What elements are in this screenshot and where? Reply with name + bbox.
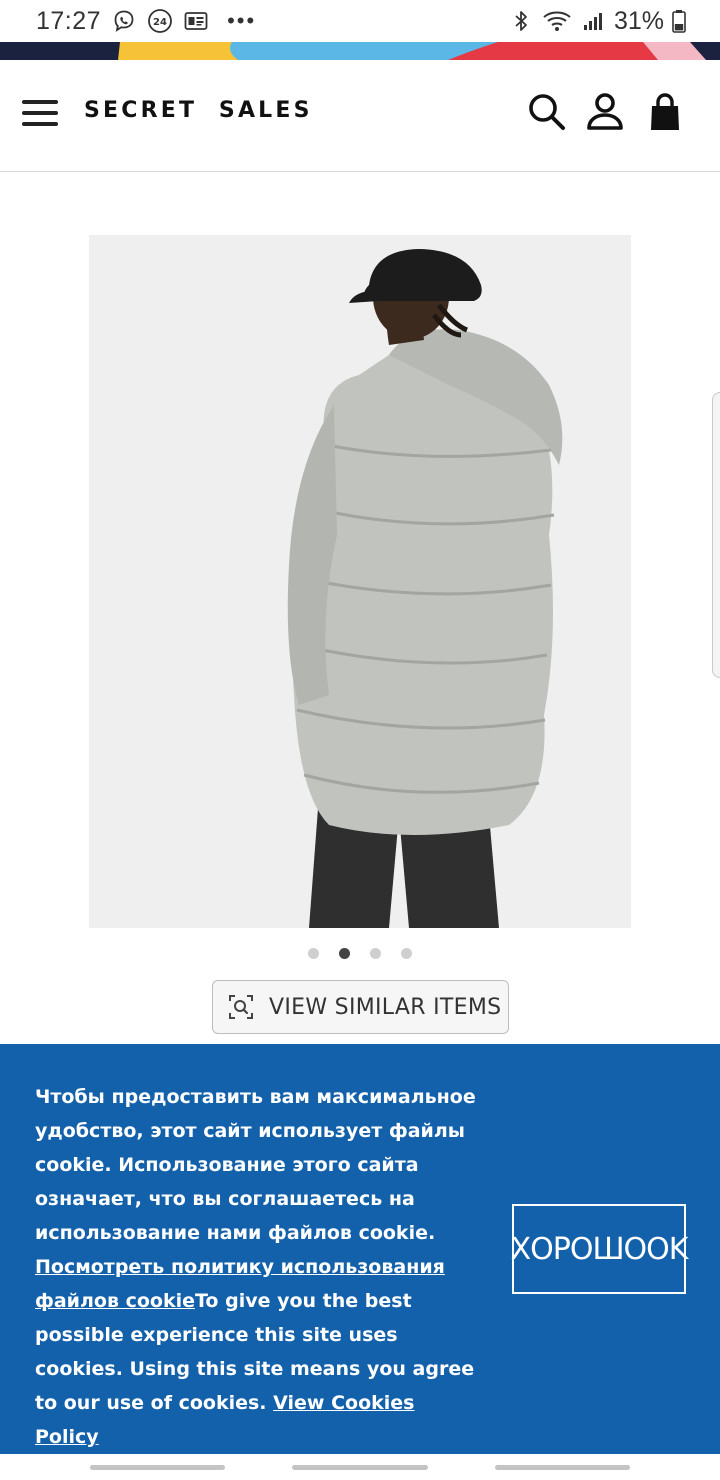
cookie-text: Чтобы предоставить вам максимальное удоб…	[35, 1080, 480, 1454]
hamburger-menu-icon[interactable]	[22, 98, 60, 128]
shopping-bag-icon[interactable]	[643, 90, 687, 134]
gesture-pill-center[interactable]	[292, 1465, 428, 1470]
more-dots-icon: •••	[227, 8, 257, 33]
cookie-text-ru: Чтобы предоставить вам максимальное удоб…	[35, 1086, 476, 1244]
site-logo[interactable]: SECRET SALES	[84, 98, 313, 123]
carousel-dots	[0, 948, 720, 959]
view-similar-button[interactable]: VIEW SIMILAR ITEMS	[212, 980, 509, 1034]
battery-icon	[672, 8, 686, 34]
gesture-pill-right[interactable]	[495, 1465, 630, 1470]
battery-percent: 31%	[613, 6, 664, 35]
gallery-icon	[183, 8, 209, 34]
site-header: SECRET SALES	[0, 60, 720, 172]
gesture-bar	[0, 1454, 720, 1480]
status-bar: 17:27 24 ••• 31%	[0, 0, 720, 42]
cookie-banner: Чтобы предоставить вам максимальное удоб…	[0, 1044, 720, 1454]
search-icon[interactable]	[525, 90, 569, 134]
carousel-dot-3[interactable]	[370, 948, 381, 959]
signal-icon	[580, 8, 606, 34]
carousel-dot-2[interactable]	[339, 948, 350, 959]
visual-search-icon	[227, 993, 255, 1021]
view-similar-label: VIEW SIMILAR ITEMS	[269, 994, 502, 1020]
bluetooth-icon	[508, 8, 534, 34]
brand-stripe	[0, 42, 720, 60]
status-time: 17:27	[36, 6, 102, 35]
24-clock-icon: 24	[147, 8, 173, 34]
gesture-pill-left[interactable]	[90, 1465, 225, 1470]
side-scroll-handle[interactable]	[712, 392, 720, 678]
account-icon[interactable]	[583, 90, 627, 134]
badge-24-text: 24	[153, 17, 167, 28]
carousel-dot-4[interactable]	[401, 948, 412, 959]
viber-icon	[111, 8, 137, 34]
carousel-dot-1[interactable]	[308, 948, 319, 959]
wifi-icon	[542, 8, 572, 34]
cookie-ok-button[interactable]: ХОРОШОOK	[511, 1204, 688, 1294]
product-image[interactable]	[89, 235, 631, 928]
